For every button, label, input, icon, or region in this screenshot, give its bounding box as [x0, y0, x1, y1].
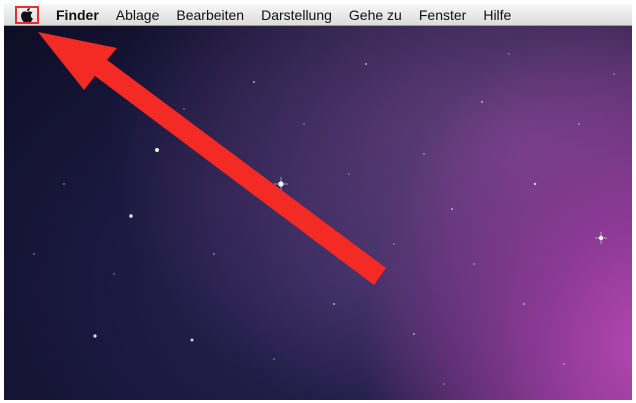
- screen: Finder Ablage Bearbeiten Darstellung Geh…: [4, 4, 632, 400]
- annotation-arrow: [38, 32, 386, 285]
